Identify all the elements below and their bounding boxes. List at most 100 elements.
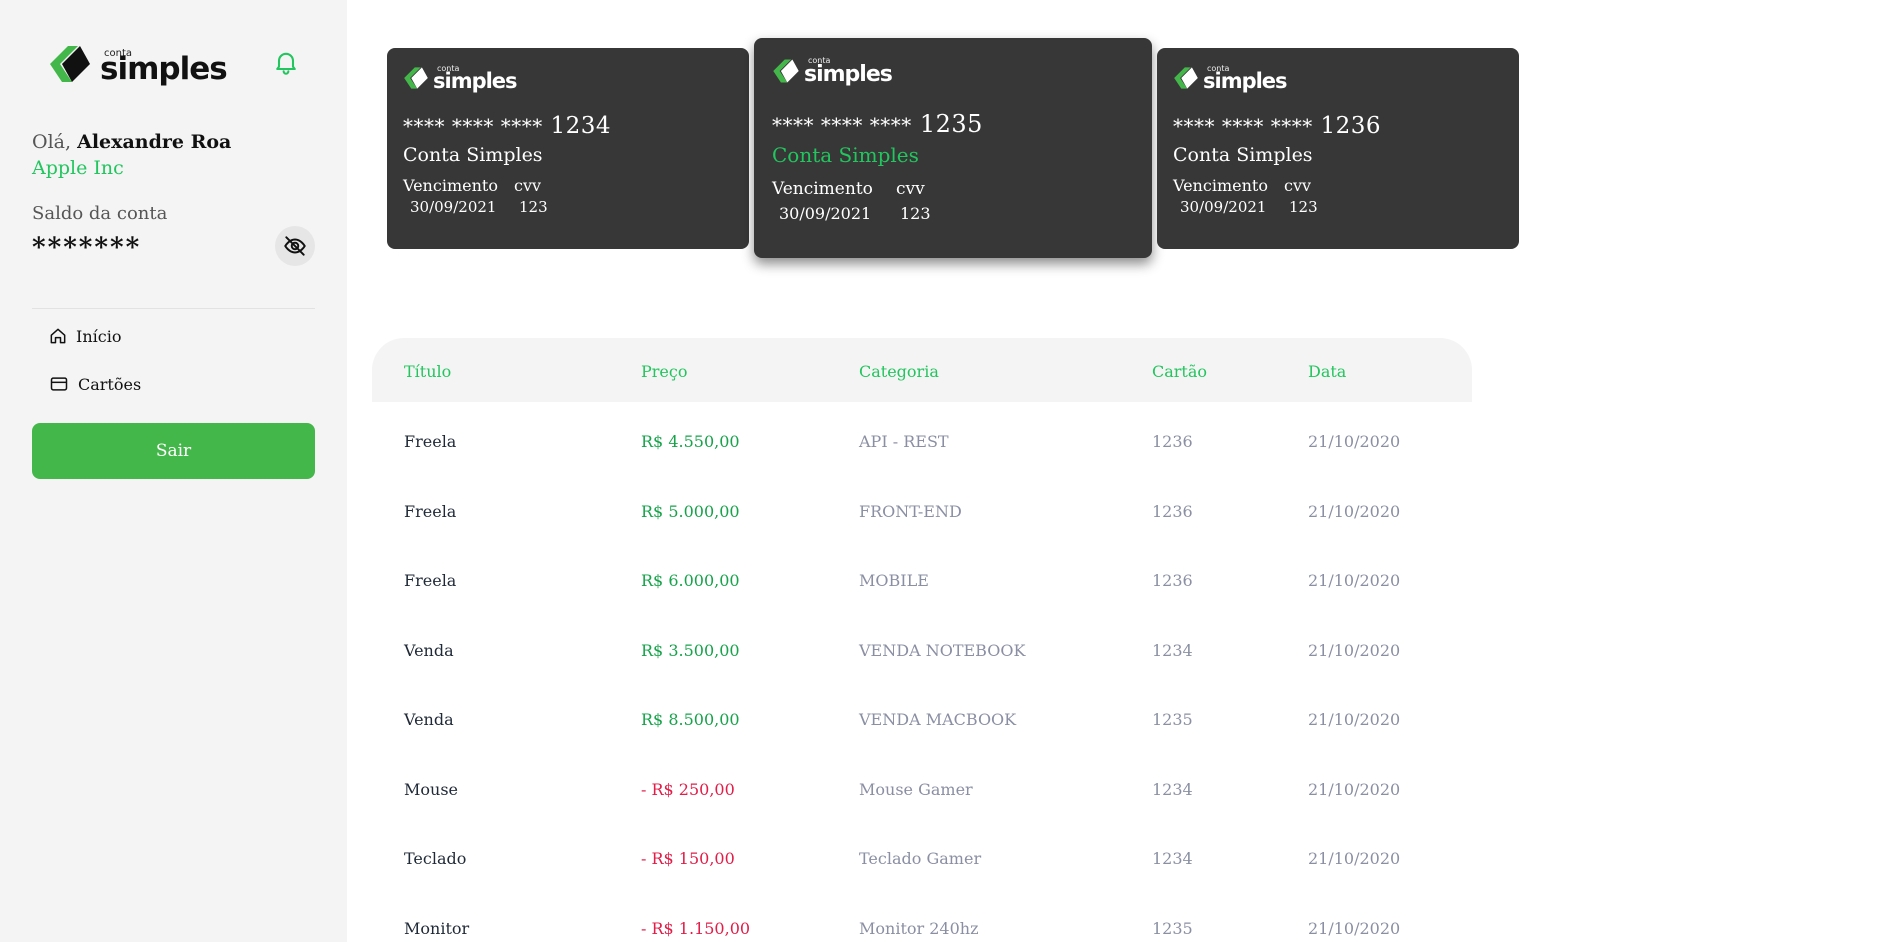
sidebar-divider — [32, 308, 315, 309]
cell-titulo: Venda — [404, 640, 454, 660]
cell-categoria: FRONT-END — [859, 501, 962, 521]
cvv-label: cvv — [1284, 176, 1312, 195]
cell-cartao: 1236 — [1152, 501, 1193, 521]
column-header-titulo[interactable]: Título — [404, 362, 451, 381]
cell-titulo: Freela — [404, 501, 457, 521]
cell-preco: R$ 8.500,00 — [641, 710, 740, 729]
credit-card-1235[interactable]: conta simples **** **** **** 1235 Conta … — [754, 38, 1152, 258]
card-logo: conta simples — [1173, 64, 1288, 93]
eye-off-icon — [284, 236, 306, 256]
card-logo-big: simples — [804, 62, 893, 87]
conta-simples-logo[interactable]: conta simples — [48, 42, 228, 86]
cvv-value: 123 — [519, 198, 548, 216]
balance-label: Saldo da conta — [32, 203, 168, 224]
cvv-label: cvv — [514, 176, 542, 195]
user-name: Alexandre Roa — [77, 131, 232, 153]
card-last4: 1235 — [919, 110, 983, 138]
cell-titulo: Teclado — [404, 849, 467, 868]
card-number-mask: **** **** **** — [772, 113, 912, 137]
cell-preco: - R$ 1.150,00 — [641, 918, 751, 938]
cell-preco: R$ 4.550,00 — [641, 432, 740, 451]
cell-titulo: Venda — [404, 710, 454, 729]
cell-categoria: Teclado Gamer — [859, 849, 982, 868]
card-logo-small: conta — [1207, 64, 1230, 73]
cell-cartao: 1234 — [1152, 640, 1193, 660]
cell-preco: R$ 3.500,00 — [641, 640, 740, 660]
cell-data: 21/10/2020 — [1308, 501, 1401, 521]
cell-cartao: 1236 — [1152, 571, 1193, 590]
column-header-cartao[interactable]: Cartão — [1152, 362, 1207, 381]
card-logo-big: simples — [1203, 69, 1288, 93]
cell-preco: - R$ 250,00 — [641, 779, 735, 799]
cell-data: 21/10/2020 — [1308, 918, 1401, 938]
column-header-categoria[interactable]: Categoria — [859, 362, 939, 381]
cell-categoria: MOBILE — [859, 571, 929, 590]
sidebar-item-label: Cartões — [78, 374, 142, 394]
cell-categoria: VENDA NOTEBOOK — [859, 640, 1026, 660]
card-logo-small: conta — [808, 56, 831, 65]
card-last4: 1236 — [1320, 113, 1382, 139]
logo-mark-icon — [773, 59, 799, 83]
cvv-value: 123 — [900, 204, 931, 223]
expiry-value: 30/09/2021 — [410, 198, 497, 216]
cell-preco: R$ 5.000,00 — [641, 501, 740, 521]
logo-mark-icon — [50, 46, 90, 82]
card-logo: conta simples — [403, 64, 518, 93]
cell-cartao: 1236 — [1152, 432, 1193, 451]
card-logo: conta simples — [772, 56, 893, 87]
home-icon — [50, 328, 66, 344]
cell-titulo: Freela — [404, 571, 457, 590]
greeting: Olá, Alexandre Roa — [32, 131, 231, 153]
sidebar-item-inicio[interactable]: Início — [48, 326, 121, 346]
logo-big-text: simples — [100, 51, 228, 87]
cell-cartao: 1234 — [1152, 849, 1193, 868]
cell-data: 21/10/2020 — [1308, 432, 1401, 451]
card-number-mask: **** **** **** — [1173, 114, 1313, 138]
cell-data: 21/10/2020 — [1308, 849, 1401, 868]
cell-preco: - R$ 150,00 — [641, 849, 735, 868]
bell-icon[interactable] — [272, 48, 300, 76]
cell-categoria: VENDA MACBOOK — [859, 710, 1017, 729]
sidebar-item-cartoes[interactable]: Cartões — [48, 374, 141, 394]
cell-titulo: Mouse — [404, 779, 458, 799]
cell-cartao: 1235 — [1152, 918, 1193, 938]
expiry-label: Vencimento — [1173, 176, 1268, 195]
balance-value: ******* — [32, 233, 142, 263]
card-holder-name: Conta Simples — [1173, 144, 1313, 166]
logout-button[interactable]: Sair — [32, 423, 315, 479]
column-header-data[interactable]: Data — [1308, 362, 1346, 381]
card-last4: 1234 — [550, 113, 612, 139]
expiry-label: Vencimento — [772, 179, 873, 199]
card-logo-big: simples — [433, 69, 518, 93]
card-logo-small: conta — [437, 64, 460, 73]
expiry-value: 30/09/2021 — [1180, 198, 1267, 216]
credit-card-1236[interactable]: conta simples **** **** **** 1236 Conta … — [1157, 48, 1519, 249]
card-number: **** **** **** 1236 — [1173, 113, 1381, 139]
cell-data: 21/10/2020 — [1308, 710, 1401, 729]
toggle-balance-visibility-button[interactable] — [275, 226, 315, 266]
expiry-value: 30/09/2021 — [779, 204, 872, 223]
sidebar-item-label: Início — [76, 326, 122, 346]
cell-categoria: Mouse Gamer — [859, 779, 973, 799]
card-number: **** **** **** 1235 — [772, 110, 983, 138]
cell-titulo: Freela — [404, 432, 457, 451]
cell-titulo: Monitor — [404, 918, 470, 938]
cell-cartao: 1234 — [1152, 779, 1193, 799]
column-header-preco[interactable]: Preço — [641, 362, 687, 381]
cell-data: 21/10/2020 — [1308, 640, 1401, 660]
card-number-mask: **** **** **** — [403, 114, 543, 138]
card-number: **** **** **** 1234 — [403, 113, 611, 139]
logo-mark-icon — [404, 67, 428, 89]
cell-preco: R$ 6.000,00 — [641, 571, 740, 590]
expiry-label: Vencimento — [403, 176, 498, 195]
cell-data: 21/10/2020 — [1308, 571, 1401, 590]
cell-cartao: 1235 — [1152, 710, 1193, 729]
company-name: Apple Inc — [32, 157, 124, 179]
cell-categoria: API - REST — [859, 432, 949, 451]
credit-card-1234[interactable]: conta simples **** **** **** 1234 Conta … — [387, 48, 749, 249]
card-holder-name: Conta Simples — [403, 144, 543, 166]
greeting-prefix: Olá, — [32, 131, 72, 153]
cell-categoria: Monitor 240hz — [859, 918, 979, 938]
cvv-value: 123 — [1289, 198, 1318, 216]
cell-data: 21/10/2020 — [1308, 779, 1401, 799]
